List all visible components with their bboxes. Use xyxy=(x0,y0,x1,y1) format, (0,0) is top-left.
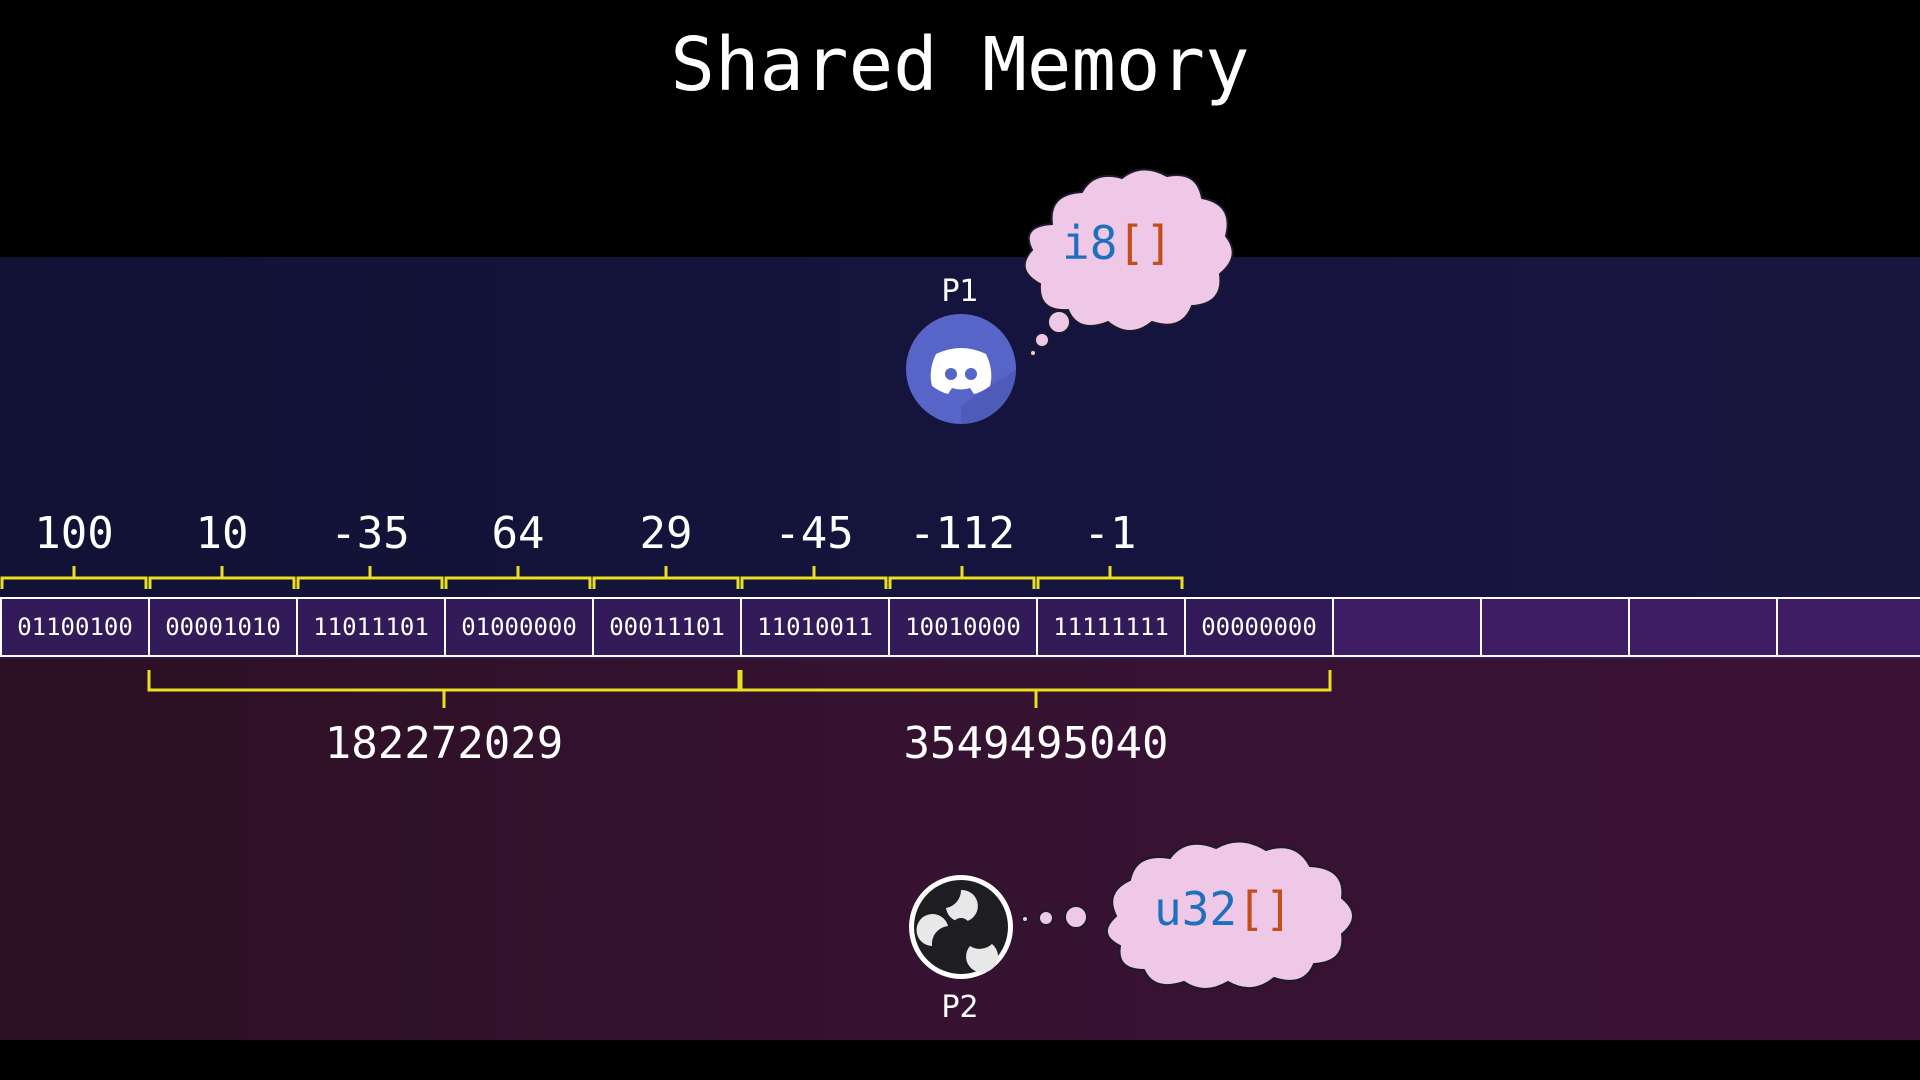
i8-bracket xyxy=(148,566,296,589)
i8-bracket xyxy=(0,566,148,589)
bracket-overlay xyxy=(0,566,1332,708)
u32-bracket xyxy=(739,670,1332,708)
i8-bracket xyxy=(592,566,740,589)
u32-value: 3549495040 xyxy=(903,718,1169,769)
u32-bracket xyxy=(147,670,741,708)
i8-bracket xyxy=(1036,566,1184,589)
i8-bracket xyxy=(888,566,1036,589)
i8-bracket xyxy=(296,566,444,589)
u32-value: 182272029 xyxy=(324,718,564,769)
i8-bracket xyxy=(444,566,592,589)
i8-bracket xyxy=(740,566,888,589)
